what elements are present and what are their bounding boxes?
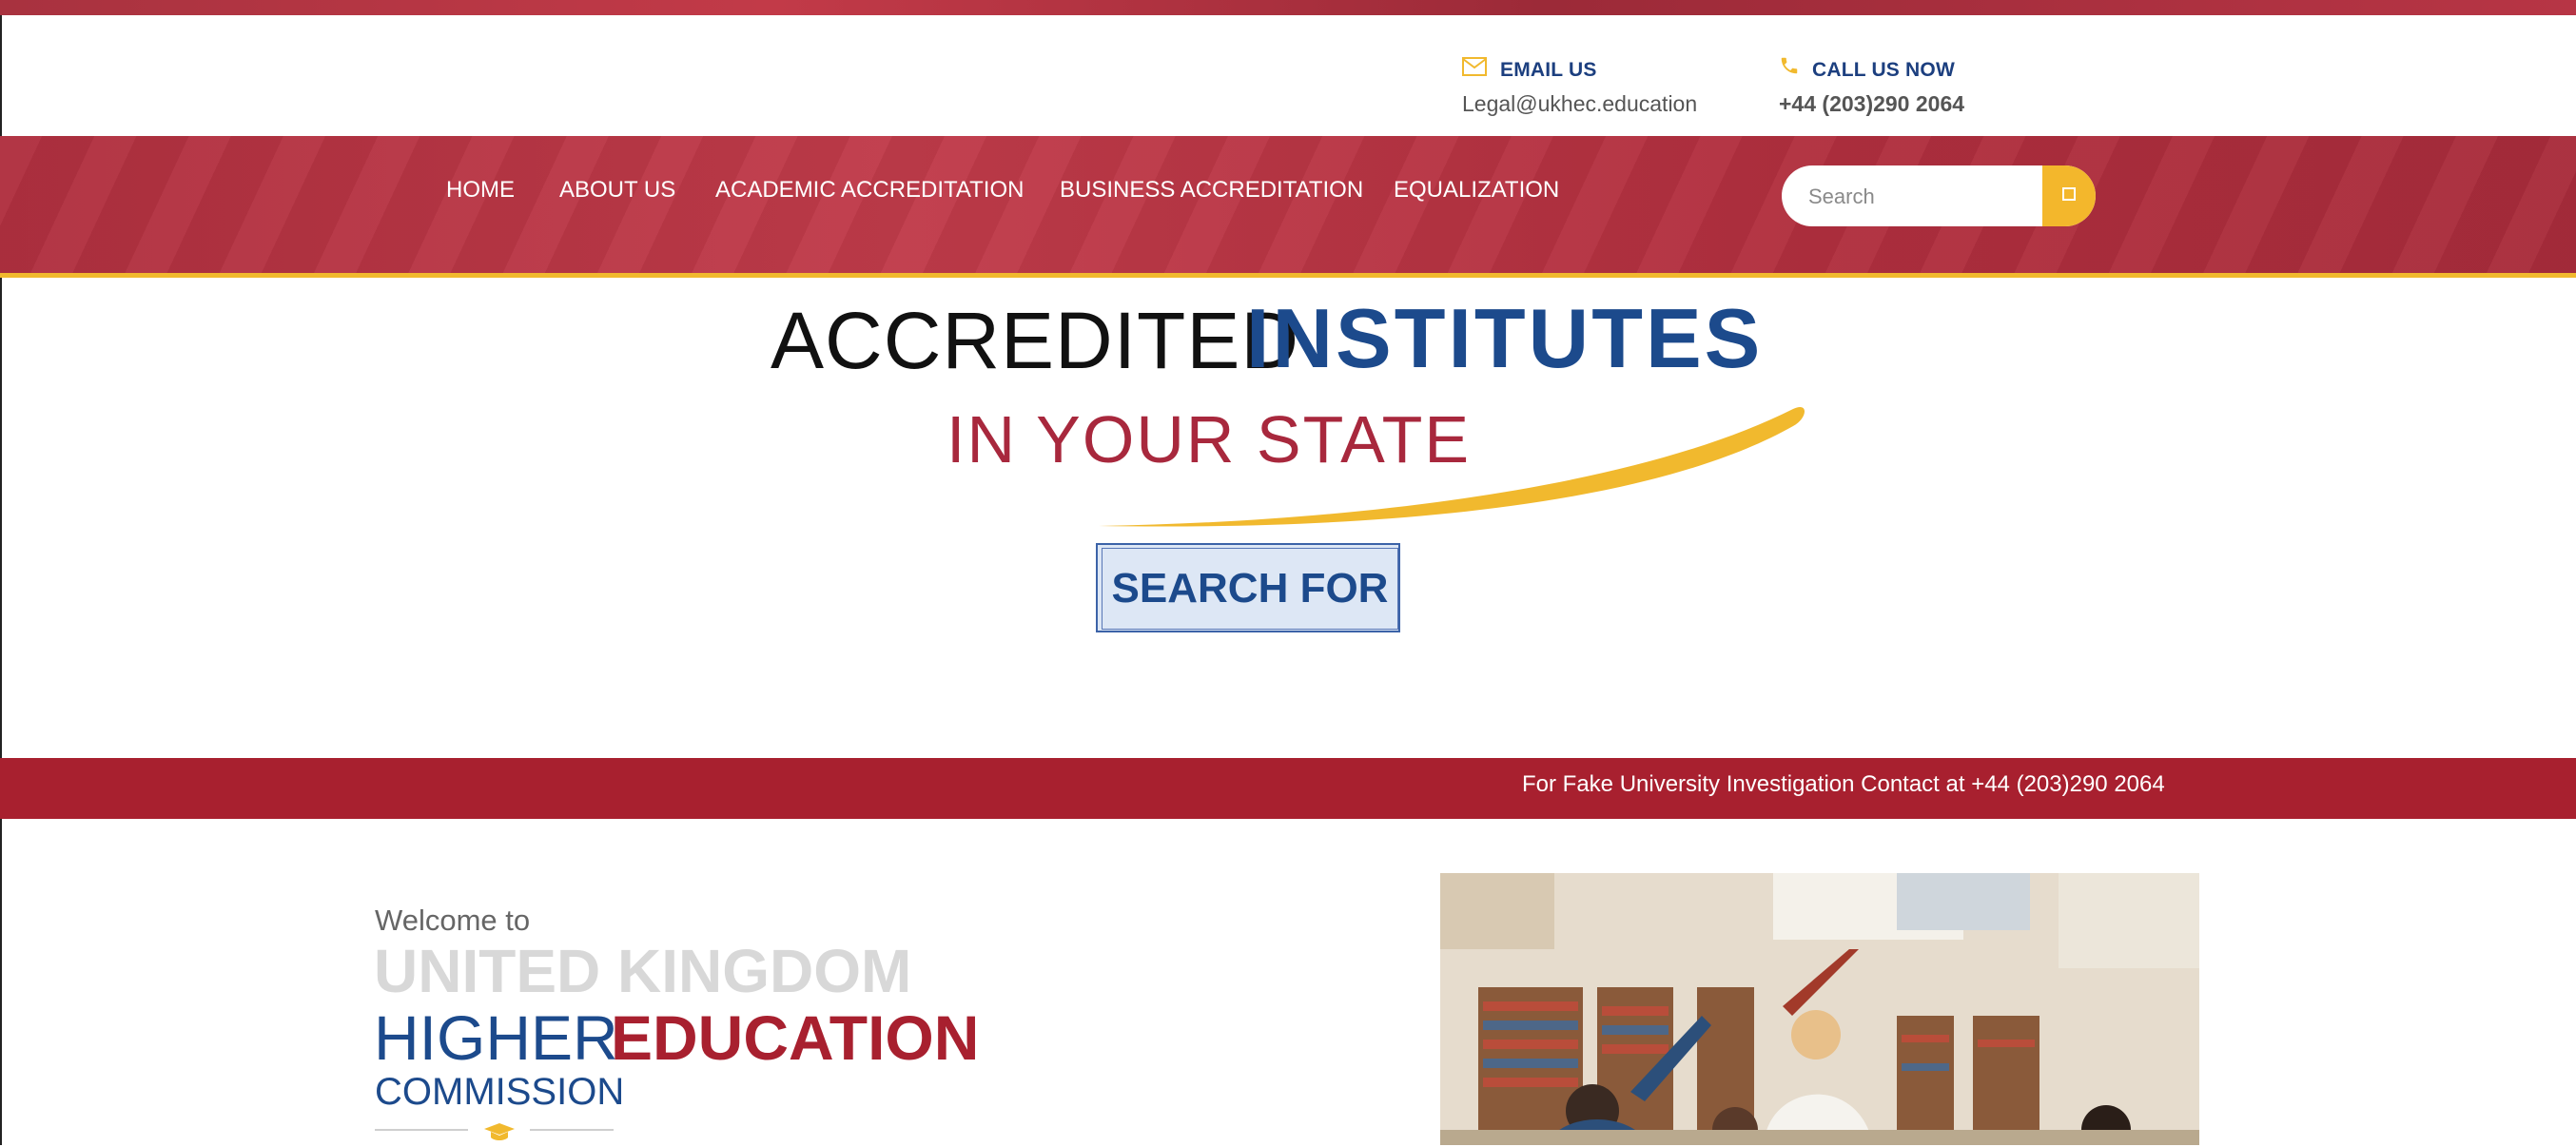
investigation-banner-text: For Fake University Investigation Contac… bbox=[1522, 771, 2165, 797]
search-for-button[interactable]: SEARCH FOR bbox=[1102, 548, 1398, 630]
nav-equalization[interactable]: EQUALIZATION bbox=[1394, 177, 1559, 204]
email-icon bbox=[1462, 57, 1487, 81]
welcome-title-education: EDUCATION bbox=[611, 1002, 980, 1073]
phone-icon bbox=[1779, 55, 1800, 81]
divider-right bbox=[530, 1129, 614, 1131]
welcome-title-commission: COMMISSION bbox=[375, 1071, 625, 1113]
main-navbar bbox=[0, 136, 2576, 273]
nav-about-us[interactable]: ABOUT US bbox=[559, 177, 675, 204]
nav-academic-accreditation[interactable]: ACADEMIC ACCREDITATION bbox=[715, 177, 1024, 204]
graduation-cap-icon bbox=[483, 1121, 516, 1147]
hero-swoosh bbox=[1094, 398, 1807, 535]
hero-title-institutes: INSTITUTES bbox=[1246, 291, 1764, 385]
search-icon bbox=[2061, 186, 2077, 206]
nav-home[interactable]: HOME bbox=[446, 177, 515, 204]
welcome-intro: Welcome to bbox=[375, 904, 531, 937]
phone-number-link[interactable]: +44 (203)290 2064 bbox=[1779, 91, 1964, 117]
investigation-banner bbox=[0, 758, 2576, 819]
nav-business-accreditation[interactable]: BUSINESS ACCREDITATION bbox=[1060, 177, 1363, 204]
navbar-underline bbox=[0, 273, 2576, 278]
phone-label: CALL US NOW bbox=[1812, 59, 1955, 81]
email-label: EMAIL US bbox=[1500, 59, 1597, 81]
students-library-photo bbox=[1440, 873, 2199, 1145]
hero-title-accredited: ACCREDITED bbox=[771, 296, 1300, 385]
welcome-title-uk: UNITED KINGDOM bbox=[374, 937, 912, 1005]
top-strip bbox=[0, 0, 2576, 15]
welcome-title-higher: HIGHER bbox=[374, 1002, 618, 1073]
divider-left bbox=[375, 1129, 468, 1131]
email-address-link[interactable]: Legal@ukhec.education bbox=[1462, 91, 1697, 117]
search-input[interactable] bbox=[1806, 179, 2039, 215]
